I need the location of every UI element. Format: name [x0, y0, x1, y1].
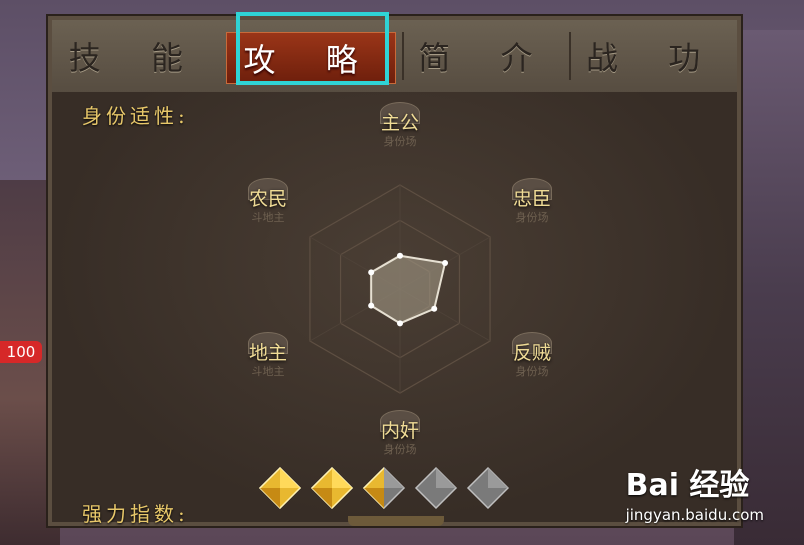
strategy-content: 身份适性: 主公 身份场 忠臣 身份场 反贼 身份场 内奸 身份场 地主 斗地主 — [52, 92, 737, 526]
role-spy-sub: 身份场 — [383, 443, 417, 456]
tab-skills[interactable]: 技 能 — [52, 20, 220, 92]
strength-gem-icon — [414, 466, 458, 510]
tab-achievements[interactable]: 战 功 — [569, 20, 737, 92]
role-spy-title: 内奸 — [380, 420, 419, 442]
role-rebel-title: 反贼 — [512, 342, 551, 364]
baidu-watermark: Bai 经验 jingyan.baidu.com — [626, 460, 764, 524]
tab-intro[interactable]: 简 介 — [401, 20, 570, 92]
strength-index-label: 强力指数: — [82, 502, 189, 526]
strength-gem-icon — [310, 466, 354, 510]
strength-gem-icon — [258, 466, 302, 510]
radar-point-主公 — [397, 252, 403, 259]
radar-point-农民 — [368, 269, 375, 276]
role-peasant: 农民 斗地主 — [228, 178, 308, 225]
watermark-brand: Bai 经验 — [625, 468, 750, 503]
role-rebel-sub: 身份场 — [515, 365, 549, 378]
role-rebel: 反贼 身份场 — [492, 332, 572, 379]
role-landlord-title: 地主 — [248, 342, 287, 364]
level-badge: 100 — [0, 341, 42, 363]
radar-point-地主 — [368, 302, 375, 309]
role-lord-title: 主公 — [380, 112, 419, 134]
role-landlord: 地主 斗地主 — [228, 332, 308, 379]
role-landlord-sub: 斗地主 — [251, 365, 285, 378]
tab-strategy[interactable]: 攻 略 — [225, 32, 396, 84]
role-loyalist: 忠臣 身份场 — [492, 178, 572, 225]
role-peasant-title: 农民 — [248, 188, 287, 210]
role-lord: 主公 身份场 — [360, 102, 440, 149]
tab-bar: 技 能 攻 略 简 介 战 功 — [52, 20, 737, 95]
strength-gem-icon — [362, 466, 406, 510]
role-lord-sub: 身份场 — [383, 135, 417, 148]
radar-point-忠臣 — [442, 260, 449, 266]
radar-value-area — [370, 254, 447, 325]
radar-point-反贼 — [431, 305, 438, 312]
role-peasant-sub: 斗地主 — [251, 211, 285, 224]
panel-bottom-handle — [348, 516, 444, 526]
role-loyalist-title: 忠臣 — [512, 188, 551, 210]
watermark-url: jingyan.baidu.com — [625, 506, 764, 524]
strength-rating — [258, 466, 510, 510]
role-spy: 内奸 身份场 — [360, 410, 440, 457]
role-loyalist-sub: 身份场 — [515, 211, 549, 224]
general-info-panel: 技 能 攻 略 简 介 战 功 身份适性: 主公 身份场 忠臣 身份场 反贼 身… — [48, 16, 741, 526]
strength-gem-icon — [466, 466, 510, 510]
radar-point-内奸 — [397, 320, 403, 327]
